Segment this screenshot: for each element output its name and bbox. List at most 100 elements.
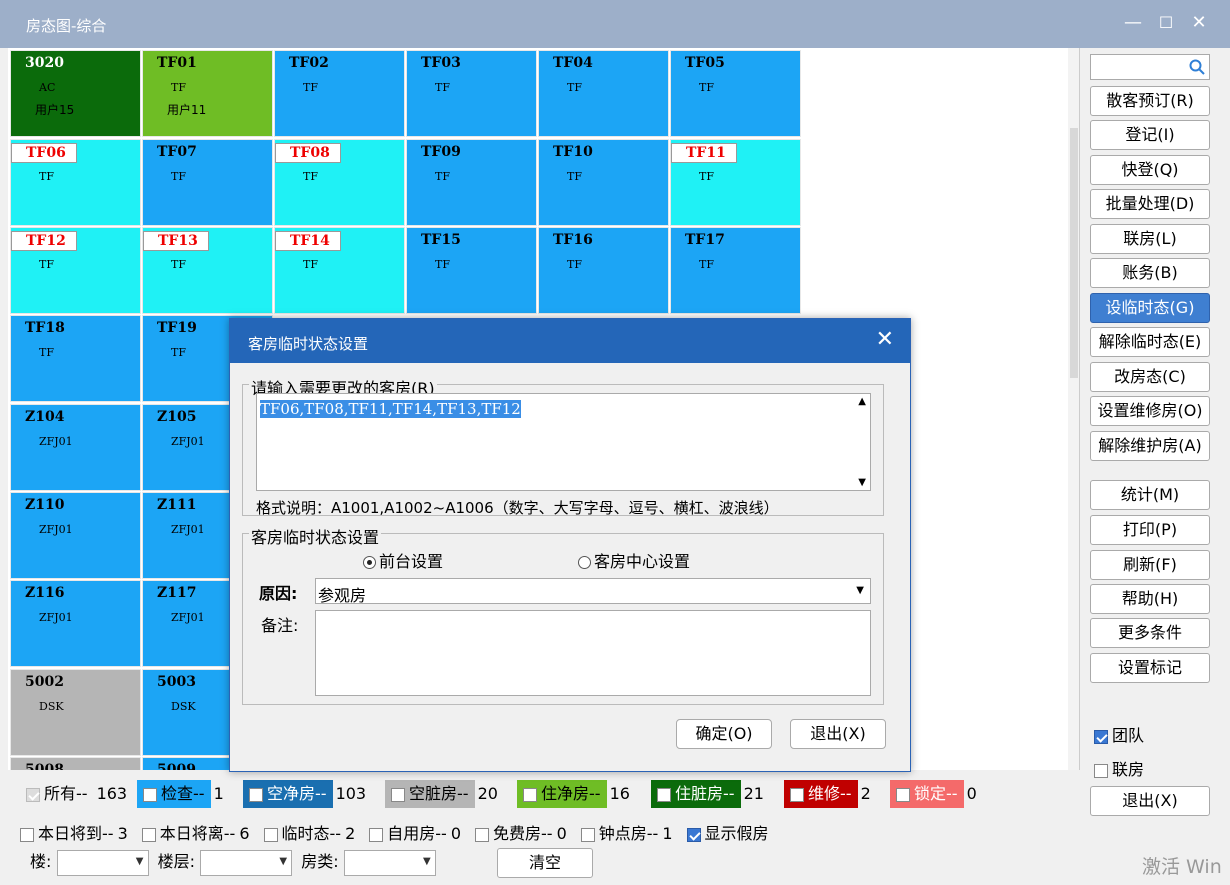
sidebar-exit-button[interactable]: 退出(X) xyxy=(1090,786,1210,816)
room-cell[interactable]: TF18 TF xyxy=(10,315,141,402)
dialog-close-icon[interactable]: ✕ xyxy=(876,327,894,352)
vertical-scrollbar[interactable] xyxy=(1068,48,1079,770)
legend-item[interactable]: 住净房-- 16 xyxy=(517,780,630,808)
filter-check-icon[interactable] xyxy=(141,827,156,842)
room-cell[interactable]: TF11 TF xyxy=(670,139,801,226)
close-icon[interactable]: ✕ xyxy=(1186,10,1212,36)
team-check-icon[interactable] xyxy=(1094,729,1108,744)
room-cell[interactable]: TF04 TF xyxy=(538,50,669,137)
legend-item[interactable]: 所有-- 163 xyxy=(20,780,127,808)
filter-check-icon[interactable] xyxy=(20,827,34,842)
sidebar-button[interactable]: 刷新(F) xyxy=(1090,550,1210,580)
filter-checkbox[interactable]: 本日将离-- 6 xyxy=(141,824,250,843)
legend-item[interactable]: 空脏房-- 20 xyxy=(385,780,498,808)
room-type-select[interactable] xyxy=(343,849,436,876)
room-cell[interactable]: TF07 TF xyxy=(142,139,273,226)
room-cell[interactable]: TF17 TF xyxy=(670,227,801,314)
scroll-up-icon[interactable]: ▲ xyxy=(858,396,866,407)
legend-check-icon[interactable] xyxy=(249,787,263,802)
filter-checkbox[interactable]: 本日将到-- 3 xyxy=(20,824,128,843)
legend-swatch[interactable]: 维修-- xyxy=(784,780,858,808)
filter-checkbox[interactable]: 自用房-- 0 xyxy=(369,824,461,843)
legend-check-icon[interactable] xyxy=(26,787,40,802)
building-select[interactable] xyxy=(56,849,149,876)
filter-checkbox[interactable]: 钟点房-- 1 xyxy=(580,824,673,843)
room-cell[interactable]: TF02 TF xyxy=(274,50,405,137)
radio-housekeeping[interactable]: 客房中心设置 xyxy=(578,548,690,572)
room-cell[interactable]: TF08 TF xyxy=(274,139,405,226)
legend-swatch[interactable]: 所有-- xyxy=(20,780,94,808)
room-cell[interactable]: Z110 ZFJ01 xyxy=(10,492,141,579)
sidebar-button[interactable]: 更多条件 xyxy=(1090,618,1210,648)
legend-swatch[interactable]: 空净房-- xyxy=(243,780,333,808)
filter-check-icon[interactable] xyxy=(475,827,489,842)
sidebar-button[interactable]: 改房态(C) xyxy=(1090,362,1210,392)
sidebar-button[interactable]: 帮助(H) xyxy=(1090,584,1210,614)
room-cell[interactable]: TF06 TF xyxy=(10,139,141,226)
sidebar-button[interactable]: 统计(M) xyxy=(1090,480,1210,510)
sidebar-button[interactable]: 散客预订(R) xyxy=(1090,86,1210,116)
legend-swatch[interactable]: 检查-- xyxy=(137,780,211,808)
room-cell[interactable]: TF15 TF xyxy=(406,227,537,314)
room-cell[interactable]: 5002 DSK xyxy=(10,669,141,756)
filter-checkbox[interactable]: 免费房-- 0 xyxy=(475,824,567,843)
floor-select[interactable] xyxy=(200,849,293,876)
legend-check-icon[interactable] xyxy=(523,787,537,802)
filter-check-icon[interactable] xyxy=(580,827,595,842)
scrollbar-thumb[interactable] xyxy=(1070,128,1078,378)
sidebar-button[interactable]: 解除临时态(E) xyxy=(1090,327,1210,357)
legend-swatch[interactable]: 住脏房-- xyxy=(651,780,741,808)
filter-checkbox[interactable]: 临时态-- 2 xyxy=(263,824,355,843)
sidebar-button[interactable]: 批量处理(D) xyxy=(1090,189,1210,219)
legend-swatch[interactable]: 住净房-- xyxy=(517,780,607,808)
room-cell[interactable]: Z116 ZFJ01 xyxy=(10,580,141,667)
filter-check-icon[interactable] xyxy=(369,827,384,842)
dialog-exit-button[interactable]: 退出(X) xyxy=(790,719,886,749)
radio-off-icon[interactable] xyxy=(578,556,591,569)
sidebar-button[interactable]: 账务(B) xyxy=(1090,258,1210,288)
sidebar-button[interactable]: 设临时态(G) xyxy=(1090,293,1210,323)
reason-select[interactable]: 参观房 ▼ xyxy=(315,578,871,605)
sidebar-button[interactable]: 设置标记 xyxy=(1090,653,1210,683)
filter-check-icon[interactable] xyxy=(263,827,278,842)
room-cell[interactable]: TF05 TF xyxy=(670,50,801,137)
legend-check-icon[interactable] xyxy=(790,787,804,802)
remark-textarea[interactable] xyxy=(315,610,871,696)
sidebar-button[interactable]: 解除维护房(A) xyxy=(1090,431,1210,461)
room-cell[interactable]: TF16 TF xyxy=(538,227,669,314)
ok-button[interactable]: 确定(O) xyxy=(676,719,772,749)
maximize-icon[interactable]: ☐ xyxy=(1153,10,1179,36)
room-cell[interactable]: TF10 TF xyxy=(538,139,669,226)
room-cell[interactable]: Z104 ZFJ01 xyxy=(10,404,141,491)
sidebar-button[interactable]: 打印(P) xyxy=(1090,515,1210,545)
legend-check-icon[interactable] xyxy=(143,787,157,802)
radio-on-icon[interactable] xyxy=(363,556,376,569)
minimize-icon[interactable]: — xyxy=(1120,10,1146,36)
linked-check-icon[interactable] xyxy=(1094,763,1108,778)
scroll-down-icon[interactable]: ▼ xyxy=(858,477,866,488)
show-fake-checkbox[interactable]: 显示假房 xyxy=(686,824,769,843)
room-cell[interactable]: TF03 TF xyxy=(406,50,537,137)
legend-item[interactable]: 检查-- 1 xyxy=(137,780,224,808)
legend-check-icon[interactable] xyxy=(391,787,405,802)
room-cell[interactable]: TF14 TF xyxy=(274,227,405,314)
linked-checkbox[interactable]: 联房 xyxy=(1094,756,1144,780)
legend-item[interactable]: 住脏房-- 21 xyxy=(651,780,764,808)
legend-item[interactable]: 锁定-- 0 xyxy=(890,780,977,808)
room-cell[interactable]: TF12 TF xyxy=(10,227,141,314)
team-checkbox[interactable]: 团队 xyxy=(1094,722,1144,746)
sidebar-button[interactable]: 联房(L) xyxy=(1090,224,1210,254)
sidebar-button[interactable]: 设置维修房(O) xyxy=(1090,396,1210,426)
radio-front-desk[interactable]: 前台设置 xyxy=(363,548,443,572)
clear-button[interactable]: 清空 xyxy=(497,848,593,878)
sidebar-button[interactable]: 登记(I) xyxy=(1090,120,1210,150)
legend-check-icon[interactable] xyxy=(657,787,671,802)
room-cell[interactable]: 5008 xyxy=(10,757,141,770)
legend-item[interactable]: 维修-- 2 xyxy=(784,780,871,808)
search-icon[interactable] xyxy=(1189,59,1205,75)
room-cell[interactable]: TF09 TF xyxy=(406,139,537,226)
legend-item[interactable]: 空净房-- 103 xyxy=(243,780,366,808)
room-cell[interactable]: 3020 AC 用户15 xyxy=(10,50,141,137)
room-cell[interactable]: TF01 TF 用户11 xyxy=(142,50,273,137)
sidebar-button[interactable]: 快登(Q) xyxy=(1090,155,1210,185)
